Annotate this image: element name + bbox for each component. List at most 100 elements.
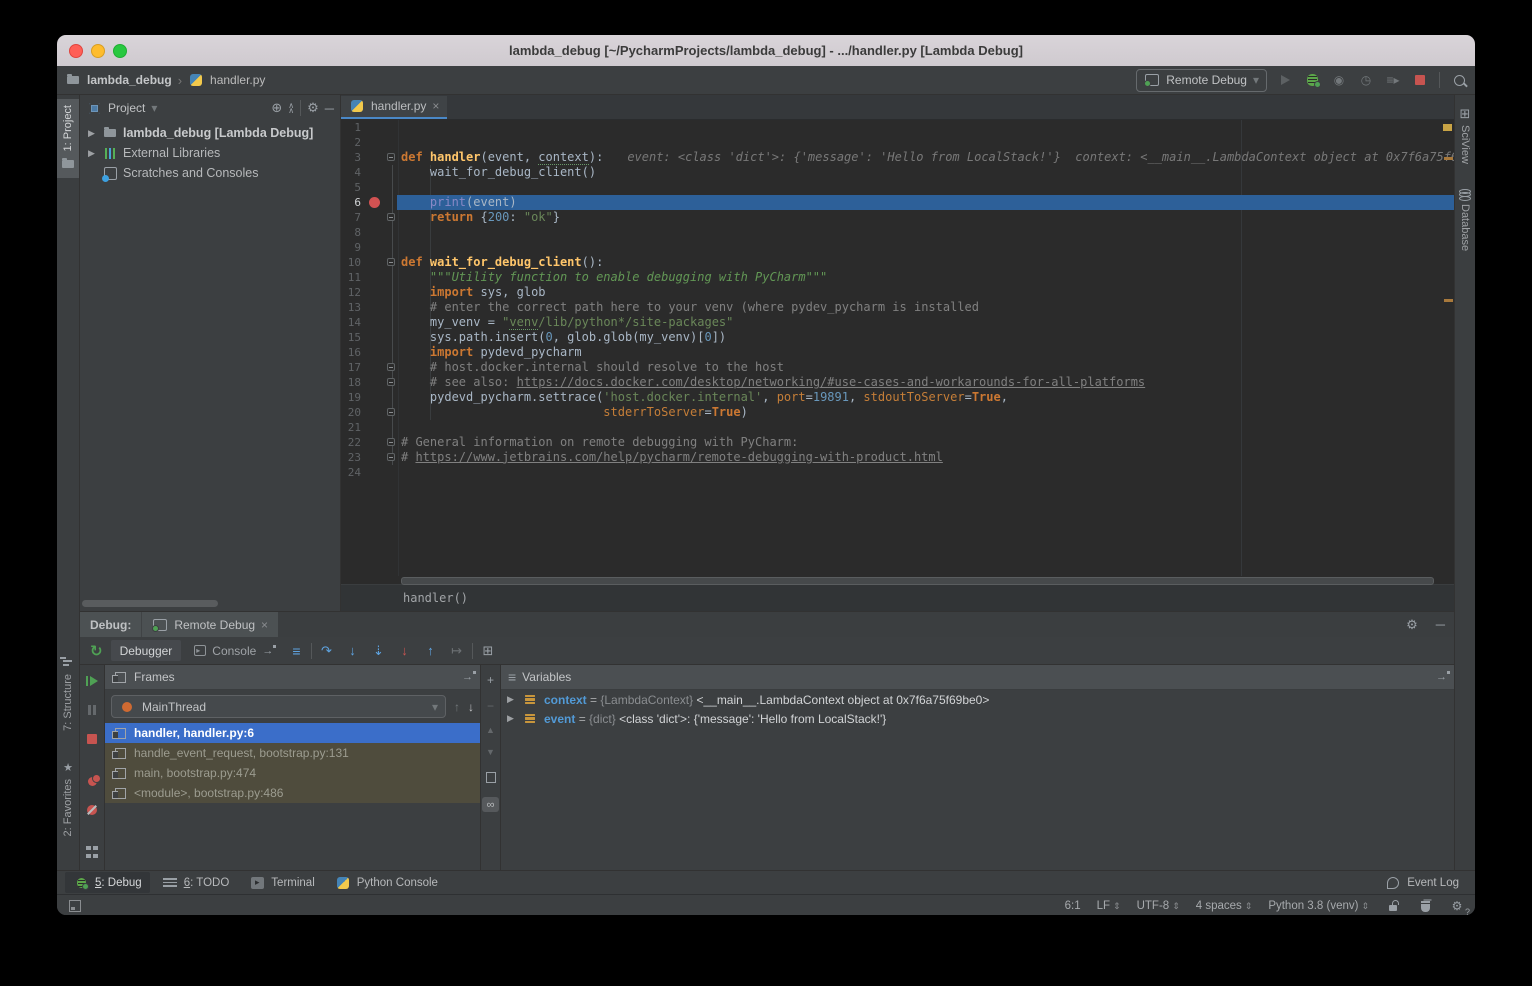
- view-breakpoints-button[interactable]: [84, 773, 100, 789]
- collapse-all-button[interactable]: ∧∧: [288, 103, 294, 113]
- lock-icon[interactable]: [1385, 898, 1401, 914]
- gutter[interactable]: 9: [341, 240, 397, 255]
- toolwindow-toggle-icon[interactable]: [67, 898, 83, 914]
- debug-session-tab[interactable]: Remote Debug ×: [141, 612, 278, 637]
- step-over-button[interactable]: ↷: [316, 643, 338, 659]
- code-line[interactable]: 16 import pydevd_pycharm: [341, 345, 1454, 360]
- code-line[interactable]: 19 pydevd_pycharm.settrace('host.docker.…: [341, 390, 1454, 405]
- hide-panel-button[interactable]: ─: [325, 101, 334, 116]
- event-log-button[interactable]: Event Log: [1377, 872, 1467, 893]
- stack-frame[interactable]: handle_event_request, bootstrap.py:131: [105, 743, 480, 763]
- stop-debug-button[interactable]: [84, 731, 100, 747]
- stop-button[interactable]: [1412, 72, 1428, 88]
- resume-button[interactable]: [84, 673, 100, 689]
- layout-settings-icon[interactable]: ≡: [292, 643, 300, 659]
- gutter[interactable]: 4: [341, 165, 397, 180]
- code-line[interactable]: 7 return {200: "ok"}: [341, 210, 1454, 225]
- pin-icon[interactable]: →: [462, 671, 473, 683]
- gutter[interactable]: 21: [341, 420, 397, 435]
- step-out-button[interactable]: ↑: [420, 643, 442, 658]
- fullscreen-window-button[interactable]: [113, 44, 127, 58]
- sidebar-item-structure[interactable]: 7: Structure: [57, 647, 79, 737]
- add-watch-button[interactable]: +: [487, 673, 494, 687]
- sidebar-item-database[interactable]: Database: [1455, 177, 1475, 257]
- tab-console[interactable]: ▸ Console →: [185, 640, 282, 661]
- breakpoint-icon[interactable]: [369, 197, 380, 208]
- previous-frame-button[interactable]: ↑: [454, 700, 460, 714]
- stack-frame[interactable]: handler, handler.py:6: [105, 723, 480, 743]
- gutter[interactable]: 13: [341, 300, 397, 315]
- gutter[interactable]: 15: [341, 330, 397, 345]
- settings-help-icon[interactable]: ⚙: [1449, 898, 1465, 914]
- scrollbar-thumb[interactable]: [401, 577, 1434, 585]
- code-line[interactable]: 6 print(event): [341, 195, 1454, 210]
- editor-breadcrumb[interactable]: handler(): [403, 591, 468, 605]
- breadcrumb-project[interactable]: lambda_debug: [87, 73, 172, 87]
- code-line[interactable]: 12 import sys, glob: [341, 285, 1454, 300]
- gutter[interactable]: 16: [341, 345, 397, 360]
- code-line[interactable]: 14 my_venv = "venv/lib/python*/site-pack…: [341, 315, 1454, 330]
- duplicate-watch-icon[interactable]: [483, 769, 499, 785]
- code-line[interactable]: 5: [341, 180, 1454, 195]
- tree-item-external-libraries[interactable]: ▶ External Libraries: [80, 143, 340, 163]
- code-line[interactable]: 20 stderrToServer=True): [341, 405, 1454, 420]
- code-line[interactable]: 21: [341, 420, 1454, 435]
- error-stripe-mark[interactable]: [1444, 299, 1453, 302]
- fold-marker-icon[interactable]: [387, 438, 395, 446]
- tab-debugger[interactable]: Debugger: [111, 640, 182, 661]
- pause-button[interactable]: [84, 702, 100, 718]
- remove-watch-button[interactable]: −: [487, 699, 494, 713]
- code-line[interactable]: 4 wait_for_debug_client(): [341, 165, 1454, 180]
- toolwindow-button-python-console[interactable]: Python Console: [327, 872, 446, 893]
- code-line[interactable]: 18 # see also: https://docs.docker.com/d…: [341, 375, 1454, 390]
- gutter[interactable]: 11: [341, 270, 397, 285]
- fold-marker-icon[interactable]: [387, 408, 395, 416]
- run-to-cursor-button[interactable]: ↦: [446, 643, 468, 659]
- sidebar-item-project[interactable]: 1: Project: [57, 99, 79, 178]
- rerun-button[interactable]: ↻: [90, 642, 103, 660]
- debug-button[interactable]: [1304, 72, 1320, 88]
- expand-arrow-icon[interactable]: ▶: [88, 148, 97, 159]
- code-area[interactable]: 123def handler(event, context):event: <c…: [341, 120, 1454, 576]
- code-line[interactable]: 2: [341, 135, 1454, 150]
- toolwindow-button-todo[interactable]: 6: TODO: [154, 872, 238, 893]
- move-down-button[interactable]: ▼: [486, 747, 495, 757]
- toolwindow-button-debug[interactable]: 5: Debug: [65, 872, 150, 893]
- run-configuration-select[interactable]: Remote Debug ▾: [1136, 69, 1267, 92]
- code-line[interactable]: 10def wait_for_debug_client():: [341, 255, 1454, 270]
- tree-item-project-root[interactable]: ▶ lambda_debug [Lambda Debug]: [80, 123, 340, 143]
- gear-icon[interactable]: ⚙: [1397, 612, 1427, 637]
- gutter[interactable]: 12: [341, 285, 397, 300]
- pin-icon[interactable]: →: [1436, 671, 1447, 683]
- code-line[interactable]: 9: [341, 240, 1454, 255]
- code-line[interactable]: 13 # enter the correct path here to your…: [341, 300, 1454, 315]
- show-watches-button[interactable]: ∞: [482, 797, 499, 812]
- step-into-my-code-button[interactable]: ⇣: [368, 643, 390, 659]
- locate-file-button[interactable]: ⊕: [271, 100, 282, 116]
- gutter[interactable]: 2: [341, 135, 397, 150]
- mute-breakpoints-button[interactable]: [84, 802, 100, 818]
- thread-select[interactable]: MainThread ▾: [111, 695, 446, 718]
- view-as-table-icon[interactable]: ⊞: [483, 644, 494, 657]
- horizontal-scrollbar[interactable]: [82, 600, 218, 607]
- code-line[interactable]: 17 # host.docker.internal should resolve…: [341, 360, 1454, 375]
- chevron-down-icon[interactable]: ▾: [151, 101, 157, 115]
- gutter[interactable]: 1: [341, 120, 397, 135]
- code-line[interactable]: 11 """Utility function to enable debuggi…: [341, 270, 1454, 285]
- hide-panel-button[interactable]: ─: [1427, 612, 1454, 637]
- restore-layout-button[interactable]: [84, 844, 100, 860]
- sidebar-item-sciview[interactable]: ⊞ SciView: [1455, 101, 1475, 170]
- force-step-into-button[interactable]: ↓: [394, 643, 416, 658]
- close-session-icon[interactable]: ×: [261, 618, 268, 632]
- error-stripe-warning-mark[interactable]: [1443, 124, 1452, 131]
- gutter[interactable]: 6: [341, 195, 397, 210]
- code-line[interactable]: 22# General information on remote debugg…: [341, 435, 1454, 450]
- variables-menu-icon[interactable]: ≡: [508, 669, 516, 685]
- interpreter-select[interactable]: Python 3.8 (venv)⇕: [1268, 900, 1369, 912]
- expand-arrow-icon[interactable]: ▶: [88, 128, 97, 139]
- expand-arrow-icon[interactable]: ▶: [507, 694, 516, 705]
- code-line[interactable]: 3def handler(event, context):event: <cla…: [341, 150, 1454, 165]
- code-line[interactable]: 15 sys.path.insert(0, glob.glob(my_venv)…: [341, 330, 1454, 345]
- next-frame-button[interactable]: ↓: [468, 700, 474, 714]
- stack-frame[interactable]: <module>, bootstrap.py:486: [105, 783, 480, 803]
